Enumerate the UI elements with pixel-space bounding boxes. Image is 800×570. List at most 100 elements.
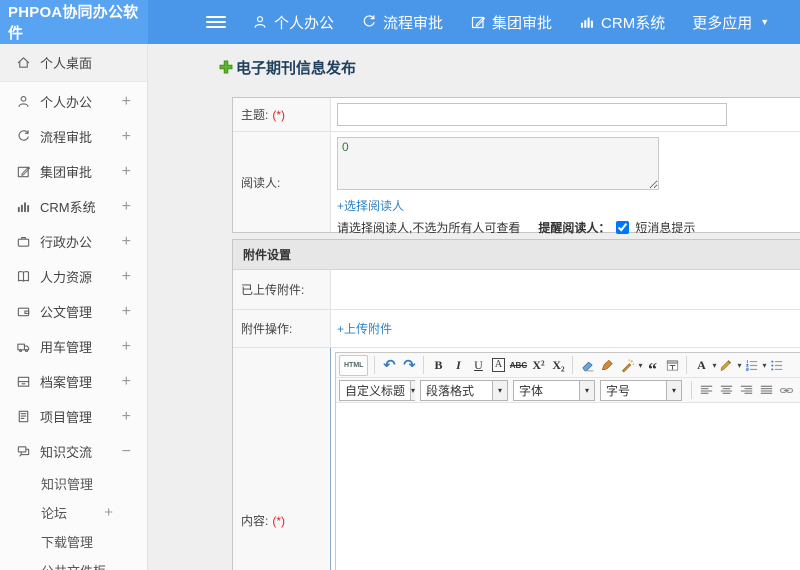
bold-button[interactable]: B (428, 355, 448, 376)
blockquote-button[interactable]: “ (642, 355, 662, 378)
select-value: 字号 (606, 383, 631, 398)
briefcase-icon (16, 234, 31, 249)
align-right-button[interactable] (736, 380, 756, 401)
uploaded-attachments-label: 已上传附件: (233, 270, 331, 309)
insert-date-button[interactable] (662, 355, 682, 376)
sms-remind-checkbox[interactable] (616, 221, 630, 234)
auto-typeset-button[interactable] (617, 355, 637, 376)
sidebar-item-project-management[interactable]: 项目管理 + (0, 399, 147, 434)
sidebar-item-personal-desktop[interactable]: 个人桌面 (0, 44, 147, 82)
edit-square-icon (16, 164, 31, 179)
source-button[interactable]: HTML (339, 354, 369, 376)
sms-remind-label: 短消息提示 (635, 221, 696, 235)
sidebar-subitem-knowledge-management[interactable]: 知识管理 (0, 469, 147, 498)
button-glyph: “ (647, 359, 657, 378)
sidebar-subitem-public-file-cabinet[interactable]: 公共文件柜 (0, 556, 147, 570)
nav-item-more-apps[interactable]: 更多应用 ▼ (692, 12, 769, 33)
readers-hint: 请选择阅读人,不选为所有人可查看 (337, 221, 521, 235)
app-logo: PHPOA协同办公软件 (0, 0, 148, 44)
subject-label: 主题: (*) (233, 98, 331, 131)
expander-icon[interactable]: + (122, 373, 131, 391)
editor-content-area[interactable] (336, 403, 800, 570)
expander-icon[interactable]: + (122, 198, 131, 216)
expander-icon[interactable]: + (122, 93, 131, 111)
custom-heading-select[interactable]: 自定义标题 ▾ (339, 379, 416, 401)
align-center-icon (719, 383, 734, 398)
flow-icon (16, 129, 31, 144)
font-size-select[interactable]: 字号 ▾ (600, 379, 682, 401)
format-brush-button[interactable] (597, 355, 617, 376)
link-icon (779, 383, 794, 398)
nav-item-workflow-approval[interactable]: 流程审批 (361, 12, 443, 33)
attachment-section-header: 附件设置 (233, 240, 800, 270)
sidebar-subitem-label: 知识管理 (41, 477, 94, 492)
expander-icon[interactable]: + (122, 128, 131, 146)
italic-button[interactable]: I (448, 355, 468, 376)
button-glyph: ↷ (403, 357, 416, 374)
undo-button[interactable]: ↶ (379, 355, 399, 376)
eraser-icon (580, 358, 595, 373)
expander-icon[interactable]: + (122, 303, 131, 321)
subject-row: 主题: (*) (233, 98, 800, 132)
underline-button[interactable]: U (468, 355, 488, 376)
unordered-list-button[interactable] (767, 355, 787, 376)
sidebar-item-personal-office[interactable]: 个人办公 + (0, 84, 147, 119)
link-button[interactable] (776, 380, 796, 401)
sidebar-subitem-forum[interactable]: 论坛 + (0, 498, 147, 527)
unlink-button[interactable] (796, 380, 800, 401)
redo-button[interactable]: ↷ (399, 355, 419, 376)
subscript-button[interactable]: X₂ (548, 355, 568, 376)
align-justify-button[interactable] (756, 380, 776, 401)
expander-icon[interactable]: + (122, 268, 131, 286)
button-glyph: U (474, 357, 483, 372)
toolbar-separator (374, 356, 376, 374)
ul-icon (769, 358, 784, 373)
sidebar-item-vehicle-management[interactable]: 用车管理 + (0, 329, 147, 364)
sidebar-subitem-label: 论坛 (41, 506, 68, 521)
nav-item-label: 流程审批 (383, 14, 444, 32)
menu-toggle-icon[interactable] (206, 13, 226, 31)
sidebar-item-knowledge-exchange[interactable]: 知识交流 − (0, 434, 147, 469)
readers-textarea[interactable]: 0 (337, 137, 659, 190)
expander-icon[interactable]: − (122, 443, 131, 461)
subject-input[interactable] (337, 103, 727, 126)
expander-icon[interactable]: + (122, 163, 131, 181)
page-title: 电子期刊信息发布 (218, 57, 800, 77)
sidebar-item-document-management[interactable]: 公文管理 + (0, 294, 147, 329)
sidebar-subitem-download-management[interactable]: 下载管理 (0, 527, 147, 556)
sidebar-item-archive-management[interactable]: 档案管理 + (0, 364, 147, 399)
sidebar-item-label: 行政办公 (40, 235, 93, 250)
sidebar-item-crm-system[interactable]: CRM系统 + (0, 189, 147, 224)
sidebar-item-workflow-approval[interactable]: 流程审批 + (0, 119, 147, 154)
align-center-button[interactable] (716, 380, 736, 401)
button-glyph: ABC (509, 360, 528, 370)
nav-item-crm-system[interactable]: CRM系统 (579, 12, 665, 33)
font-family-select[interactable]: 字体 ▾ (513, 379, 595, 401)
select-readers-link[interactable]: +选择阅读人 (337, 197, 404, 214)
flow-icon (361, 14, 377, 30)
nav-item-personal-office[interactable]: 个人办公 (252, 12, 334, 33)
font-color-button[interactable]: A (691, 355, 711, 376)
ordered-list-button[interactable] (742, 355, 762, 376)
nav-item-label: 更多应用 (692, 14, 753, 32)
nav-item-group-approval[interactable]: 集团审批 (470, 12, 552, 33)
sidebar-item-human-resources[interactable]: 人力资源 + (0, 259, 147, 294)
sidebar-item-group-approval[interactable]: 集团审批 + (0, 154, 147, 189)
upload-attachment-link[interactable]: +上传附件 (337, 320, 392, 337)
expander-icon[interactable]: + (104, 504, 113, 521)
expander-icon[interactable]: + (122, 233, 131, 251)
superscript-button[interactable]: X² (528, 355, 548, 376)
sidebar-item-label: 档案管理 (40, 375, 93, 390)
expander-icon[interactable]: + (122, 408, 131, 426)
book-icon (16, 269, 31, 284)
sidebar-item-admin-office[interactable]: 行政办公 + (0, 224, 147, 259)
paragraph-format-select[interactable]: 段落格式 ▾ (420, 379, 508, 401)
expander-icon[interactable]: + (122, 338, 131, 356)
publish-form-top: 主题: (*) 阅读人: 0 +选择阅读人 请选择阅读人,不选为所有人可查看 提… (232, 97, 800, 235)
highlight-button[interactable] (716, 355, 736, 376)
eraser-button[interactable] (577, 355, 597, 376)
align-left-button[interactable] (696, 380, 716, 401)
remind-readers-label: 提醒阅读人： (538, 221, 611, 235)
strikethrough-button[interactable]: ABC (508, 355, 528, 376)
char-border-button[interactable]: A (488, 355, 508, 376)
